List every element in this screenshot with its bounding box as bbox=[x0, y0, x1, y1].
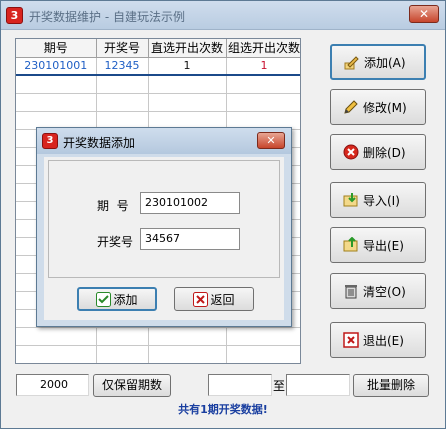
status-text: 共有1期开奖数据! bbox=[178, 403, 268, 416]
dialog-title-bar[interactable]: 3 开奖数据添加 ✕ bbox=[37, 128, 291, 154]
export-button[interactable]: 导出(E) bbox=[330, 227, 426, 263]
dialog-add-button[interactable]: 添加 bbox=[77, 287, 157, 311]
cell-number[interactable]: 12345 bbox=[96, 57, 149, 76]
period-input[interactable]: 230101002 bbox=[140, 192, 240, 214]
number-label: 开奖号 bbox=[97, 235, 134, 249]
keep-count-input[interactable]: 2000 bbox=[16, 374, 89, 396]
exit-button-label: 退出(E) bbox=[363, 333, 404, 348]
empty-row bbox=[16, 93, 300, 112]
add-button[interactable]: 添加(A) bbox=[330, 44, 426, 80]
range-to-input[interactable] bbox=[286, 374, 350, 396]
app-icon: 3 bbox=[6, 7, 23, 24]
delete-button-label: 删除(D) bbox=[363, 145, 406, 160]
trash-icon bbox=[343, 283, 359, 299]
clear-button-label: 清空(O) bbox=[363, 284, 406, 299]
cell-period[interactable]: 230101001 bbox=[16, 57, 97, 76]
edit-button[interactable]: 修改(M) bbox=[330, 89, 426, 125]
empty-row bbox=[16, 327, 300, 346]
dialog-back-label: 返回 bbox=[210, 292, 235, 307]
dialog-body: 期 号 230101002 开奖号 34567 添加 返回 bbox=[44, 157, 284, 320]
clear-button[interactable]: 清空(O) bbox=[330, 273, 426, 309]
pencil-icon bbox=[343, 99, 359, 115]
empty-row bbox=[16, 345, 300, 363]
dialog-app-icon: 3 bbox=[42, 133, 58, 149]
exit-icon bbox=[343, 332, 359, 348]
number-input[interactable]: 34567 bbox=[140, 228, 240, 250]
delete-button[interactable]: 删除(D) bbox=[330, 134, 426, 170]
batch-delete-button[interactable]: 批量删除 bbox=[353, 374, 429, 397]
column-header-period[interactable]: 期号 bbox=[16, 39, 97, 58]
cell-group-count[interactable]: 1 bbox=[226, 57, 300, 76]
cell-direct-count[interactable]: 1 bbox=[148, 57, 227, 76]
period-label: 期 号 bbox=[97, 199, 129, 213]
cancel-icon bbox=[193, 291, 209, 307]
import-icon bbox=[343, 192, 359, 208]
window-close-button[interactable]: ✕ bbox=[409, 5, 439, 23]
range-from-input[interactable] bbox=[208, 374, 272, 396]
dialog-close-button[interactable]: ✕ bbox=[257, 132, 285, 149]
add-record-dialog: 3 开奖数据添加 ✕ 期 号 230101002 开奖号 34567 添加 返回 bbox=[36, 127, 292, 327]
title-bar[interactable]: 3 开奖数据维护 - 自建玩法示例 ✕ bbox=[1, 1, 445, 30]
edit-button-label: 修改(M) bbox=[363, 100, 407, 115]
pencil-add-icon bbox=[344, 54, 360, 70]
add-button-label: 添加(A) bbox=[364, 55, 406, 70]
import-button[interactable]: 导入(I) bbox=[330, 182, 426, 218]
dialog-back-button[interactable]: 返回 bbox=[174, 287, 254, 311]
empty-row bbox=[16, 75, 300, 94]
dialog-title: 开奖数据添加 bbox=[63, 136, 136, 150]
export-button-label: 导出(E) bbox=[363, 238, 404, 253]
range-separator: 至 bbox=[272, 379, 285, 393]
import-button-label: 导入(I) bbox=[363, 193, 400, 208]
table-row[interactable]: 230101001 12345 1 1 bbox=[16, 57, 300, 76]
window-title: 开奖数据维护 - 自建玩法示例 bbox=[29, 10, 185, 24]
check-icon bbox=[96, 291, 112, 307]
grid-header-row: 期号 开奖号 直选开出次数 组选开出次数 bbox=[16, 39, 300, 58]
column-header-group-count[interactable]: 组选开出次数 bbox=[226, 39, 300, 58]
export-icon bbox=[343, 236, 359, 253]
keep-periods-button[interactable]: 仅保留期数 bbox=[93, 374, 171, 397]
dialog-add-label: 添加 bbox=[113, 292, 138, 307]
delete-icon bbox=[343, 144, 359, 160]
column-header-number[interactable]: 开奖号 bbox=[96, 39, 149, 58]
exit-button[interactable]: 退出(E) bbox=[330, 322, 426, 358]
column-header-direct-count[interactable]: 直选开出次数 bbox=[148, 39, 227, 58]
dialog-groupbox: 期 号 230101002 开奖号 34567 bbox=[48, 160, 280, 278]
